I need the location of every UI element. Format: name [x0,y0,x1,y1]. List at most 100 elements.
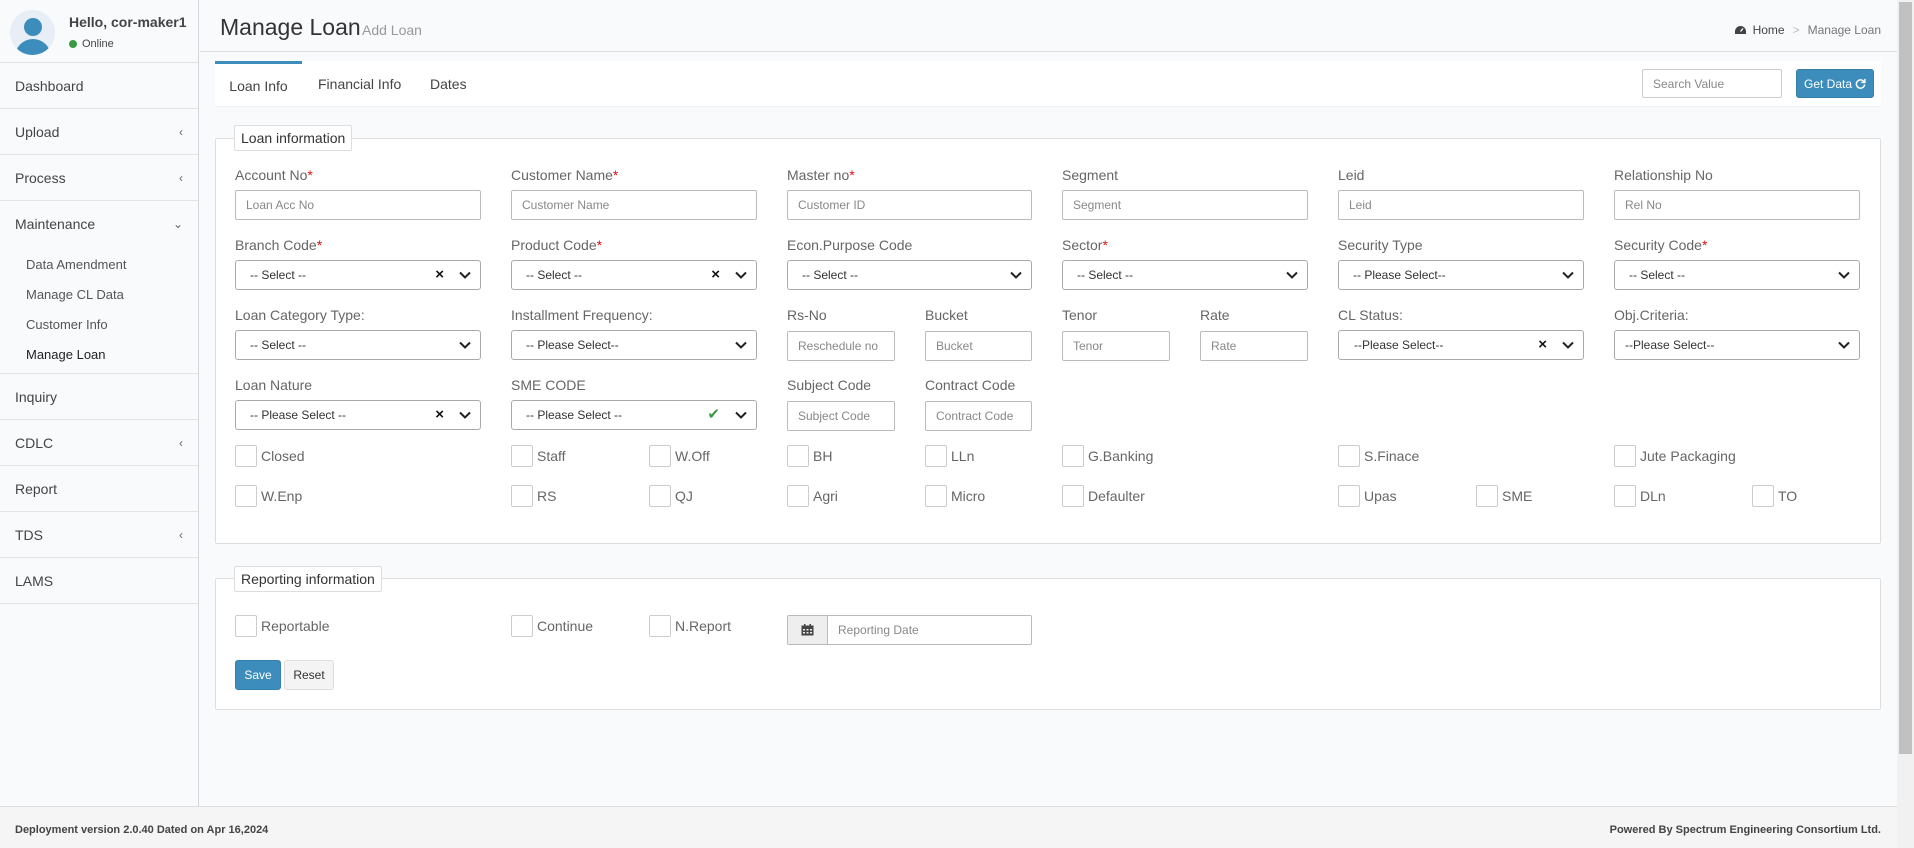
security-code-select[interactable]: -- Select -- [1614,260,1860,290]
checkbox-n-report[interactable]: N.Report [649,615,731,637]
save-button[interactable]: Save [235,660,281,690]
checkbox-agri[interactable]: Agri [787,485,838,507]
account-no-input[interactable]: Loan Acc No [235,190,481,220]
checkbox-jute-packaging[interactable]: Jute Packaging [1614,445,1736,467]
tab-financial-info[interactable]: Financial Info [318,61,401,107]
checkbox-bh[interactable]: BH [787,445,832,467]
customer-name-input[interactable]: Customer Name [511,190,757,220]
security-code-label: Security Code* [1614,237,1708,253]
rs-no-label: Rs-No [787,307,827,323]
chevron-down-icon [1838,271,1850,279]
clear-icon[interactable]: × [711,266,720,283]
reporting-date-input[interactable]: Reporting Date [828,616,1031,644]
bucket-input[interactable]: Bucket [925,331,1032,361]
user-panel: Hello, cor-maker1 Online [0,0,198,62]
branch-code-select[interactable]: -- Select -- × [235,260,481,290]
checkbox-staff[interactable]: Staff [511,445,566,467]
submenu-item-customer-info[interactable]: Customer Info [0,309,198,339]
refresh-icon [1855,78,1866,89]
checkbox-qj[interactable]: QJ [649,485,693,507]
breadcrumb: Home > Manage Loan [1734,23,1881,37]
contract-code-input[interactable]: Contract Code [925,401,1032,431]
checkbox-defaulter[interactable]: Defaulter [1062,485,1145,507]
submenu-item-manage-cl-data[interactable]: Manage CL Data [0,279,198,309]
econ-purpose-code-label: Econ.Purpose Code [787,237,913,253]
checkbox-rs[interactable]: RS [511,485,556,507]
master-no-label: Master no* [787,167,855,183]
get-data-button[interactable]: Get Data [1796,69,1874,98]
product-code-label: Product Code* [511,237,603,253]
tenor-label: Tenor [1062,307,1098,323]
checkbox-upas[interactable]: Upas [1338,485,1397,507]
leid-input[interactable]: Leid [1338,190,1584,220]
avatar [10,10,55,55]
checkbox-reportable[interactable]: Reportable [235,615,330,637]
sidebar-item-lams[interactable]: LAMS [0,558,198,604]
sidebar-item-report[interactable]: Report [0,466,198,512]
chevron-down-icon [735,341,747,349]
breadcrumb-home-link[interactable]: Home [1753,23,1785,37]
subject-code-input[interactable]: Subject Code [787,401,895,431]
checkbox-g-banking[interactable]: G.Banking [1062,445,1153,467]
sidebar-item-process[interactable]: Process ‹ [0,155,198,201]
online-dot-icon [69,40,77,48]
chevron-left-icon: ‹ [179,435,183,450]
chevron-down-icon [1838,341,1850,349]
econ-purpose-code-select[interactable]: -- Select -- [787,260,1032,290]
master-no-input[interactable]: Customer ID [787,190,1032,220]
checkbox-w-off[interactable]: W.Off [649,445,710,467]
security-type-select[interactable]: -- Please Select-- [1338,260,1584,290]
sidebar-item-inquiry[interactable]: Inquiry [0,374,198,420]
checkbox-dln[interactable]: DLn [1614,485,1666,507]
reset-button[interactable]: Reset [284,660,334,690]
sidebar-item-tds[interactable]: TDS ‹ [0,512,198,558]
tab-loan-info[interactable]: Loan Info [215,61,302,107]
clear-icon[interactable]: × [1538,336,1547,353]
submenu-item-data-amendment[interactable]: Data Amendment [0,249,198,279]
obj-criteria-select[interactable]: --Please Select-- [1614,330,1860,360]
checkbox-sme[interactable]: SME [1476,485,1532,507]
tenor-input[interactable]: Tenor [1062,331,1170,361]
user-status: Online [69,38,187,50]
checkbox-to[interactable]: TO [1752,485,1797,507]
clear-icon[interactable]: × [435,266,444,283]
search-input[interactable] [1642,69,1782,98]
page-scrollbar[interactable] [1897,0,1914,848]
rate-input[interactable]: Rate [1200,331,1308,361]
checkbox-s-finace[interactable]: S.Finace [1338,445,1419,467]
sidebar-item-upload[interactable]: Upload ‹ [0,109,198,155]
tab-dates[interactable]: Dates [430,61,467,107]
calendar-icon[interactable] [788,616,828,644]
chevron-down-icon: ⌄ [172,217,183,231]
checkbox-continue[interactable]: Continue [511,615,593,637]
reporting-information-section [215,578,1881,710]
reporting-date-field[interactable]: Reporting Date [787,615,1032,645]
check-icon: ✔ [707,406,720,423]
chevron-down-icon [459,271,471,279]
segment-input[interactable]: Segment [1062,190,1308,220]
sidebar-item-maintenance[interactable]: Maintenance ⌄ [0,201,198,247]
checkbox-micro[interactable]: Micro [925,485,985,507]
checkbox-lln[interactable]: LLn [925,445,974,467]
installment-frequency-select[interactable]: -- Please Select-- [511,330,757,360]
loan-category-type-select[interactable]: -- Select -- [235,330,481,360]
rs-no-input[interactable]: Reschedule no [787,331,895,361]
chevron-left-icon: ‹ [179,124,183,139]
sme-code-select[interactable]: -- Please Select -- ✔ [511,400,757,430]
reporting-information-legend: Reporting information [234,566,382,592]
checkbox-closed[interactable]: Closed [235,445,305,467]
sidebar: Hello, cor-maker1 Online Dashboard Uploa… [0,0,199,806]
scrollbar-thumb[interactable] [1899,2,1912,754]
sidebar-item-dashboard[interactable]: Dashboard [0,63,198,109]
submenu-item-manage-loan[interactable]: Manage Loan [0,339,198,369]
product-code-select[interactable]: -- Select -- × [511,260,757,290]
sector-select[interactable]: -- Select -- [1062,260,1308,290]
loan-nature-label: Loan Nature [235,377,313,393]
loan-nature-select[interactable]: -- Please Select -- × [235,400,481,430]
checkbox-w-enp[interactable]: W.Enp [235,485,302,507]
clear-icon[interactable]: × [435,406,444,423]
relationship-no-input[interactable]: Rel No [1614,190,1860,220]
sidebar-item-cdlc[interactable]: CDLC ‹ [0,420,198,466]
cl-status-select[interactable]: --Please Select-- × [1338,330,1584,360]
sidebar-menu: Dashboard Upload ‹ Process ‹ Maintenance ⌄ … [0,62,198,604]
